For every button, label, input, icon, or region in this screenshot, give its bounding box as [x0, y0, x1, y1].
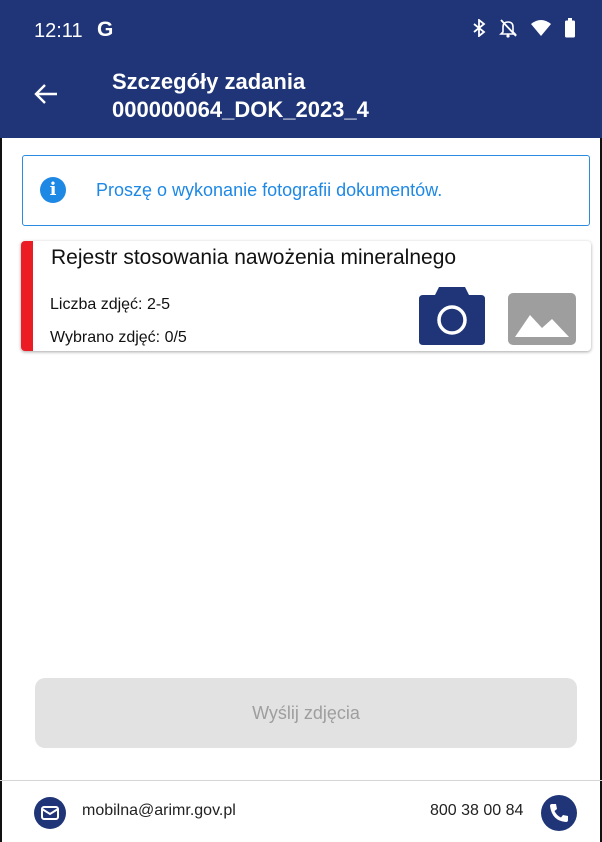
- page-title-line1: Szczegóły zadania: [112, 69, 306, 94]
- selected-count-label: Wybrano zdjęć: 0/5: [50, 329, 187, 346]
- contact-email[interactable]: mobilna@arimr.gov.pl: [82, 802, 236, 820]
- info-banner: i Proszę o wykonanie fotografii dokument…: [22, 155, 590, 226]
- wifi-icon: [531, 20, 551, 36]
- email-icon[interactable]: [34, 797, 66, 829]
- send-photos-button[interactable]: Wyślij zdjęcia: [35, 678, 577, 748]
- handset-glyph-icon: [550, 804, 568, 822]
- g-icon: G: [97, 18, 114, 41]
- back-arrow-icon[interactable]: [34, 83, 58, 105]
- status-time: 12:11: [34, 20, 83, 42]
- status-bar: 12:11 G: [0, 0, 602, 56]
- bell-off-icon: [499, 19, 517, 38]
- photo-count-label: Liczba zdjęć: 2-5: [50, 296, 171, 313]
- document-title: Rejestr stosowania nawożenia mineralnego: [51, 246, 457, 269]
- status-icons: [472, 18, 576, 38]
- info-icon: i: [40, 177, 66, 203]
- footer-divider: [0, 780, 602, 781]
- page-title: Szczegóły zadania 000000064_DOK_2023_4: [112, 68, 369, 124]
- app-bar: Szczegóły zadania 000000064_DOK_2023_4: [0, 56, 602, 138]
- battery-icon: [565, 18, 575, 38]
- document-card[interactable]: Rejestr stosowania nawożenia mineralnego…: [21, 241, 591, 351]
- phone-icon[interactable]: [541, 795, 577, 831]
- contact-phone[interactable]: 800 38 00 84: [430, 802, 523, 820]
- page-title-line2: 000000064_DOK_2023_4: [112, 97, 369, 122]
- bluetooth-icon: [473, 19, 486, 37]
- card-status-accent: [21, 241, 33, 351]
- envelope-glyph-icon: [41, 806, 59, 820]
- camera-icon[interactable]: [417, 283, 487, 345]
- gallery-icon[interactable]: [508, 293, 576, 345]
- info-message: Proszę o wykonanie fotografii dokumentów…: [96, 180, 443, 200]
